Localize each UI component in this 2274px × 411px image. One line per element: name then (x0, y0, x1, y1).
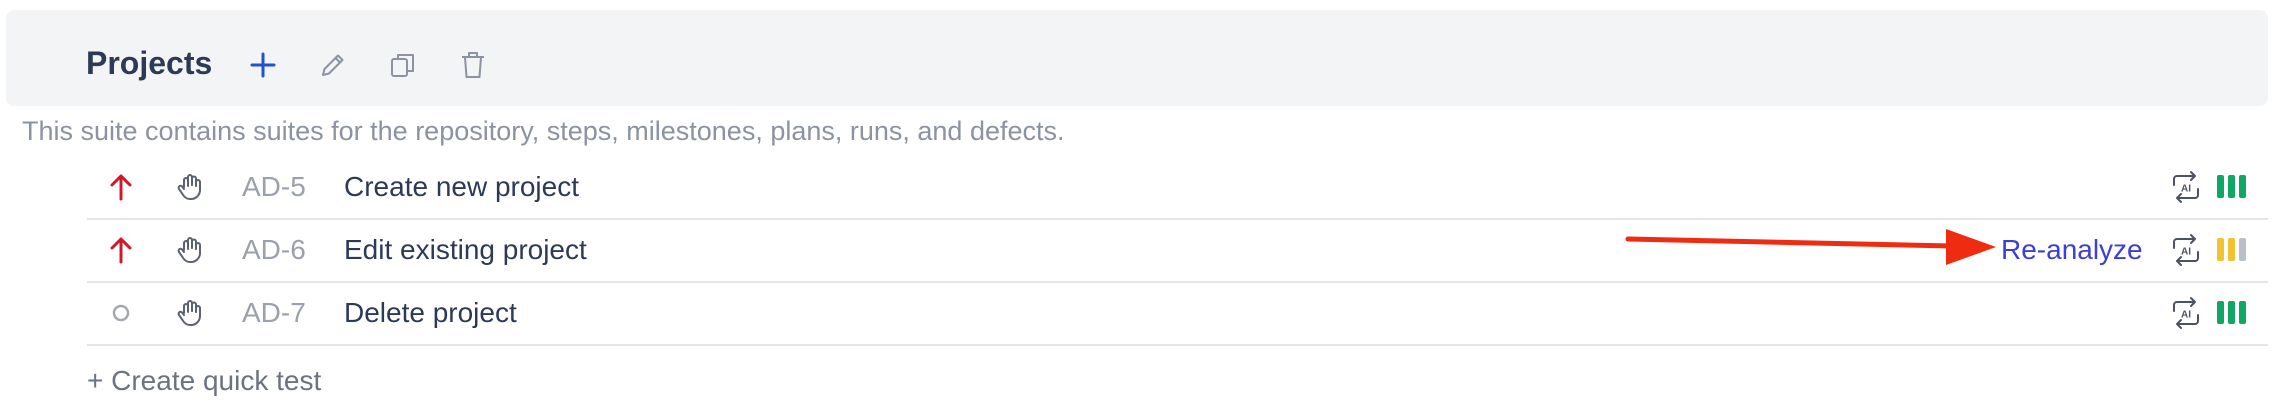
ai-refresh-icon[interactable]: AI (2169, 155, 2203, 218)
plus-icon (250, 52, 276, 78)
ai-refresh-icon[interactable]: AI (2169, 218, 2203, 281)
test-row[interactable]: AD-7 Delete project AI (87, 281, 2268, 346)
pencil-icon (322, 54, 344, 76)
annotation-arrow (1625, 229, 1996, 265)
create-quick-test-link[interactable]: + Create quick test (87, 365, 321, 397)
add-button[interactable] (246, 48, 280, 82)
re-analyze-link[interactable]: Re-analyze (2001, 218, 2143, 281)
copy-icon (391, 54, 414, 77)
hand-icon (175, 218, 205, 281)
priority-none-icon (111, 281, 131, 344)
test-code: AD-6 (242, 233, 306, 265)
hand-icon (175, 281, 205, 344)
suite-description: This suite contains suites for the repos… (22, 116, 1065, 146)
test-name[interactable]: Edit existing project (344, 218, 587, 281)
health-bars (2217, 218, 2246, 281)
svg-text:AI: AI (2181, 309, 2191, 320)
copy-button[interactable] (386, 48, 420, 82)
ai-refresh-icon[interactable]: AI (2169, 281, 2203, 344)
test-code: AD-5 (242, 170, 306, 202)
test-row[interactable]: AD-5 Create new project AI (87, 155, 2268, 220)
test-name[interactable]: Create new project (344, 155, 579, 218)
delete-button[interactable] (456, 48, 490, 82)
health-bars (2217, 155, 2246, 218)
edit-button[interactable] (316, 48, 350, 82)
svg-text:AI: AI (2181, 183, 2191, 194)
test-name[interactable]: Delete project (344, 281, 517, 344)
suite-title: Projects (86, 45, 213, 81)
svg-text:AI: AI (2181, 246, 2191, 257)
trash-icon (462, 52, 484, 78)
test-code: AD-7 (242, 296, 306, 328)
health-bars (2217, 281, 2246, 344)
priority-high-icon (109, 155, 133, 218)
priority-high-icon (109, 218, 133, 281)
hand-icon (175, 155, 205, 218)
suite-header: Projects (6, 10, 2268, 106)
